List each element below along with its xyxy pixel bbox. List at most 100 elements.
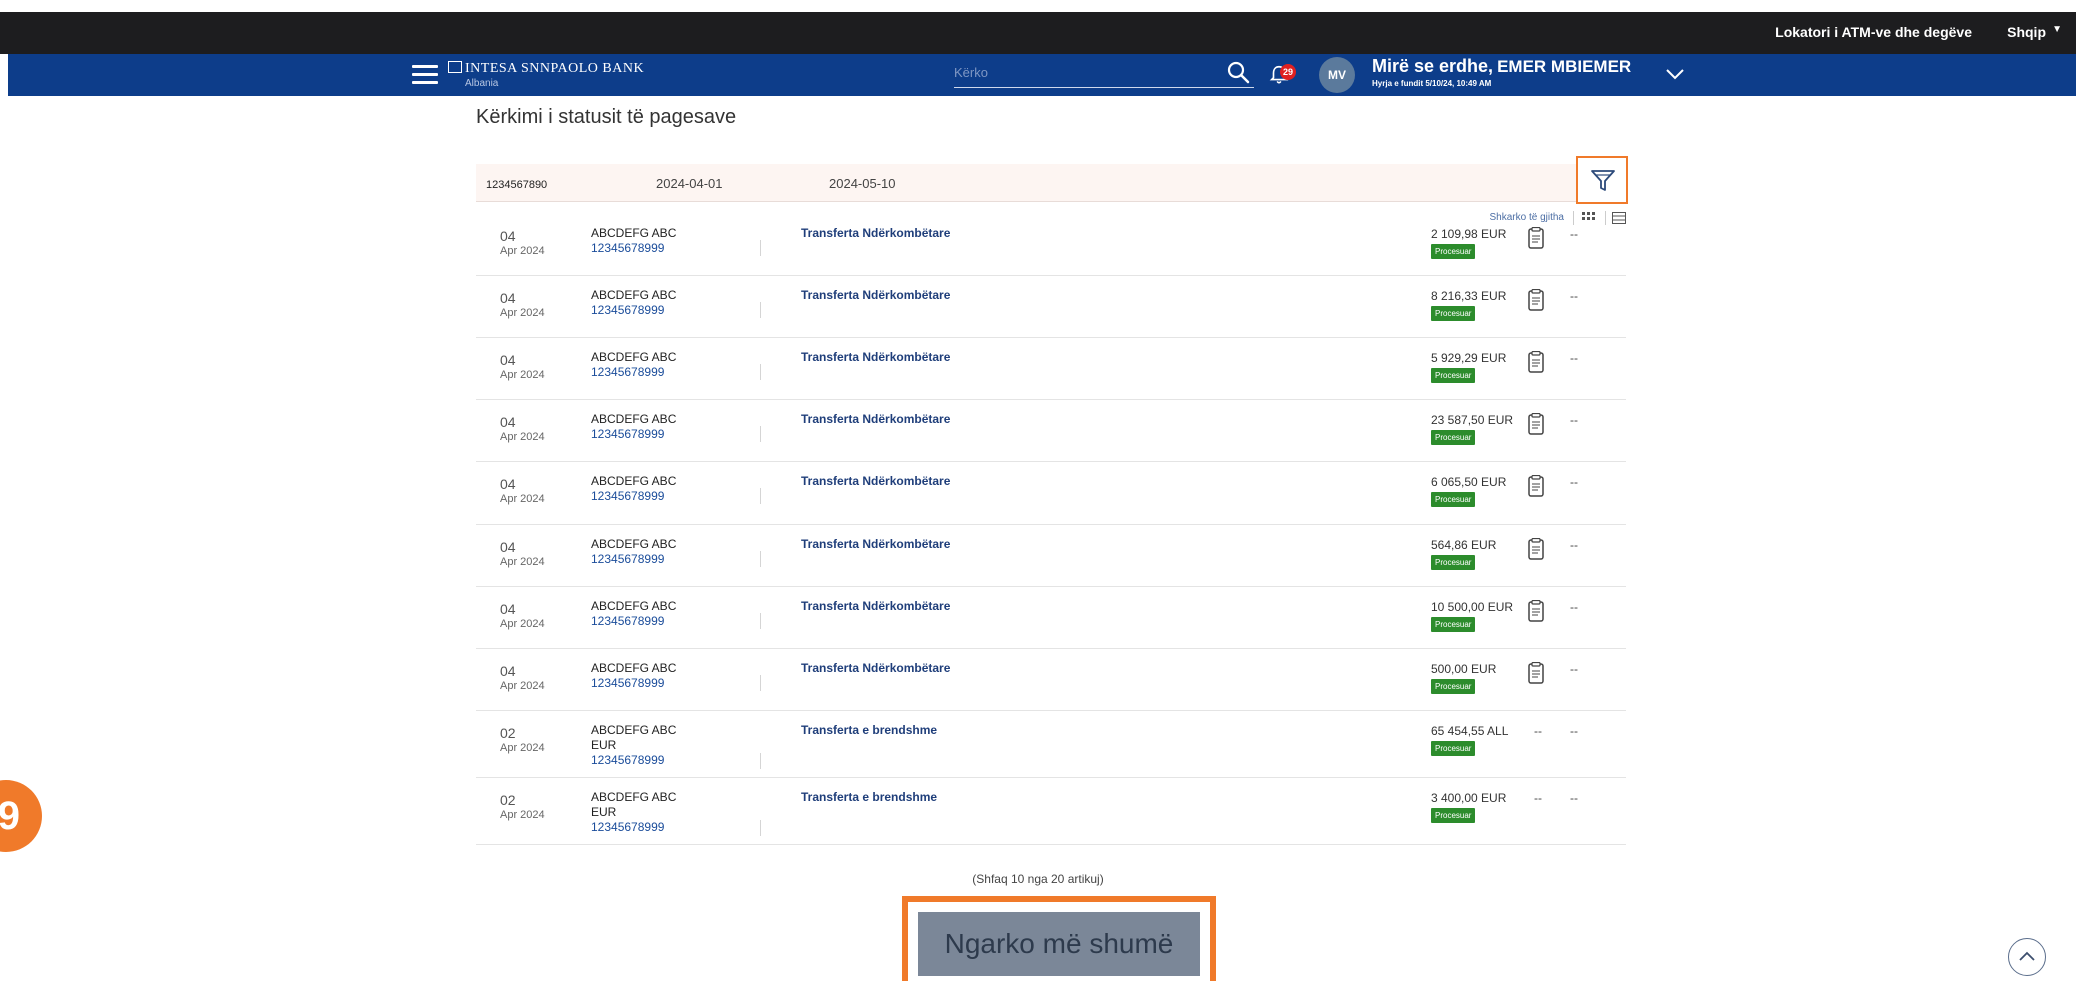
pagination-summary: (Shfaq 10 nga 20 artikuj) bbox=[972, 872, 1104, 886]
table-row[interactable]: 04 Apr 2024 ABCDEFG ABC 12345678999 Tran… bbox=[476, 525, 1626, 587]
column-divider bbox=[760, 613, 761, 629]
document-icon[interactable] bbox=[1528, 662, 1544, 684]
welcome-text: Mirë se erdhe, bbox=[1372, 56, 1494, 76]
tx-month: Apr 2024 bbox=[500, 618, 545, 630]
tx-account-number: 12345678999 bbox=[591, 427, 665, 441]
table-row[interactable]: 02 Apr 2024 ABCDEFG ABC EUR 12345678999 … bbox=[476, 711, 1626, 778]
tx-month: Apr 2024 bbox=[500, 556, 545, 568]
table-row[interactable]: 02 Apr 2024 ABCDEFG ABC EUR 12345678999 … bbox=[476, 778, 1626, 845]
tx-counterparty-name: ABCDEFG ABC bbox=[591, 723, 677, 737]
tx-counterparty-name: ABCDEFG ABC bbox=[591, 288, 677, 302]
tx-account-number: 12345678999 bbox=[591, 303, 665, 317]
table-row[interactable]: 04 Apr 2024 ABCDEFG ABC 12345678999 Tran… bbox=[476, 338, 1626, 400]
tx-amount: 5 929,29 EUR bbox=[1431, 351, 1507, 365]
document-icon[interactable] bbox=[1528, 600, 1544, 622]
user-welcome[interactable]: Mirë se erdhe, EMER MBIEMER Hyrja e fundi… bbox=[1372, 56, 1631, 88]
tx-amount: 3 400,00 EUR bbox=[1431, 791, 1507, 805]
hamburger-menu-icon[interactable] bbox=[412, 60, 438, 88]
tx-counterparty: ABCDEFG ABC 12345678999 bbox=[591, 350, 676, 380]
main-navbar: INTESA SNNPAOLO BANK Albania 29 MV Mirë … bbox=[8, 54, 2076, 96]
table-row[interactable]: 04 Apr 2024 ABCDEFG ABC 12345678999 Tran… bbox=[476, 462, 1626, 525]
tx-extra-col-1: -- bbox=[1534, 724, 1542, 738]
tx-counterparty: ABCDEFG ABC 12345678999 bbox=[591, 537, 676, 567]
caret-down-icon[interactable]: ▼ bbox=[2052, 24, 2062, 35]
tx-month: Apr 2024 bbox=[500, 809, 545, 821]
notification-count-badge: 29 bbox=[1280, 64, 1296, 80]
tx-type: Transferta e brendshme bbox=[801, 790, 938, 804]
filter-button[interactable] bbox=[1576, 156, 1628, 204]
table-row[interactable]: 04 Apr 2024 ABCDEFG ABC 12345678999 Tran… bbox=[476, 587, 1626, 649]
language-selector[interactable]: Shqip bbox=[2007, 24, 2046, 40]
tx-month: Apr 2024 bbox=[500, 369, 545, 381]
tx-currency: EUR bbox=[591, 738, 617, 752]
page-title: Kërkimi i statusit të pagesave bbox=[476, 106, 737, 128]
load-more-button[interactable]: Ngarko më shumë bbox=[918, 912, 1200, 976]
status-badge: Procesuar bbox=[1431, 741, 1476, 756]
table-row[interactable]: 04 Apr 2024 ABCDEFG ABC 12345678999 Tran… bbox=[476, 649, 1626, 711]
funnel-icon bbox=[1591, 170, 1615, 191]
column-divider bbox=[760, 488, 761, 504]
tx-type: Transferta Ndërkombëtare bbox=[801, 288, 951, 302]
tx-counterparty-name: ABCDEFG ABC bbox=[591, 599, 677, 613]
tx-day: 04 bbox=[500, 352, 516, 368]
tx-extra-col-2: -- bbox=[1570, 351, 1578, 365]
search-box bbox=[954, 58, 1254, 88]
column-divider bbox=[760, 820, 761, 836]
tx-account-number: 12345678999 bbox=[591, 676, 665, 690]
tx-extra-col-2: -- bbox=[1570, 724, 1578, 738]
filter-date-from: 2024-04-01 bbox=[656, 176, 723, 191]
tx-counterparty: ABCDEFG ABC 12345678999 bbox=[591, 599, 676, 629]
status-badge: Procesuar bbox=[1431, 617, 1476, 632]
tx-type: Transferta Ndërkombëtare bbox=[801, 226, 951, 240]
atm-locator-link[interactable]: Lokatori i ATM-ve dhe degëve bbox=[1775, 24, 1972, 40]
load-more-highlight: Ngarko më shumë bbox=[902, 896, 1216, 981]
tx-extra-col-2: -- bbox=[1570, 791, 1578, 805]
logo-brand-text: INTESA SNNPAOLO BANK bbox=[465, 61, 645, 76]
tx-amount: 8 216,33 EUR bbox=[1431, 289, 1507, 303]
search-icon[interactable] bbox=[1226, 60, 1250, 84]
document-icon[interactable] bbox=[1528, 227, 1544, 249]
document-icon[interactable] bbox=[1528, 413, 1544, 435]
bank-logo[interactable]: INTESA SNNPAOLO BANK Albania bbox=[448, 59, 644, 89]
column-divider bbox=[760, 753, 761, 769]
tx-type: Transferta Ndërkombëtare bbox=[801, 474, 951, 488]
tx-extra-col-2: -- bbox=[1570, 538, 1578, 552]
notifications-button[interactable]: 29 bbox=[1268, 62, 1298, 88]
tx-currency: EUR bbox=[591, 805, 617, 819]
tx-day: 04 bbox=[500, 601, 516, 617]
filter-account: 1234567890 bbox=[486, 179, 548, 191]
search-input[interactable] bbox=[954, 58, 1214, 86]
tx-counterparty-name: ABCDEFG ABC bbox=[591, 474, 677, 488]
avatar[interactable]: MV bbox=[1319, 57, 1355, 93]
document-icon[interactable] bbox=[1528, 351, 1544, 373]
status-badge: Procesuar bbox=[1431, 306, 1476, 321]
status-badge: Procesuar bbox=[1431, 244, 1476, 259]
tx-counterparty-name: ABCDEFG ABC bbox=[591, 412, 677, 426]
status-badge: Procesuar bbox=[1431, 679, 1476, 694]
status-badge: Procesuar bbox=[1431, 808, 1476, 823]
tx-counterparty-name: ABCDEFG ABC bbox=[591, 790, 677, 804]
tx-type: Transferta Ndërkombëtare bbox=[801, 599, 951, 613]
column-divider bbox=[760, 675, 761, 691]
column-divider bbox=[760, 426, 761, 442]
document-icon[interactable] bbox=[1528, 538, 1544, 560]
table-row[interactable]: 04 Apr 2024 ABCDEFG ABC 12345678999 Tran… bbox=[476, 400, 1626, 462]
tx-amount: 500,00 EUR bbox=[1431, 662, 1497, 676]
tx-type: Transferta Ndërkombëtare bbox=[801, 537, 951, 551]
logo-mark-icon bbox=[448, 61, 462, 73]
tx-day: 02 bbox=[500, 792, 516, 808]
tx-amount: 2 109,98 EUR bbox=[1431, 227, 1507, 241]
user-name: EMER MBIEMER bbox=[1497, 57, 1632, 76]
table-row[interactable]: 04 Apr 2024 ABCDEFG ABC 12345678999 Tran… bbox=[476, 214, 1626, 276]
column-divider bbox=[760, 240, 761, 256]
chevron-down-icon[interactable] bbox=[1664, 63, 1686, 85]
tx-account-number: 12345678999 bbox=[591, 614, 665, 628]
document-icon[interactable] bbox=[1528, 475, 1544, 497]
last-login-text: Hyrja e fundit 5/10/24, 10:49 AM bbox=[1372, 79, 1492, 88]
tx-day: 04 bbox=[500, 663, 516, 679]
scroll-to-top-button[interactable] bbox=[2008, 938, 2046, 976]
tx-day: 02 bbox=[500, 725, 516, 741]
tx-day: 04 bbox=[500, 539, 516, 555]
table-row[interactable]: 04 Apr 2024 ABCDEFG ABC 12345678999 Tran… bbox=[476, 276, 1626, 338]
document-icon[interactable] bbox=[1528, 289, 1544, 311]
